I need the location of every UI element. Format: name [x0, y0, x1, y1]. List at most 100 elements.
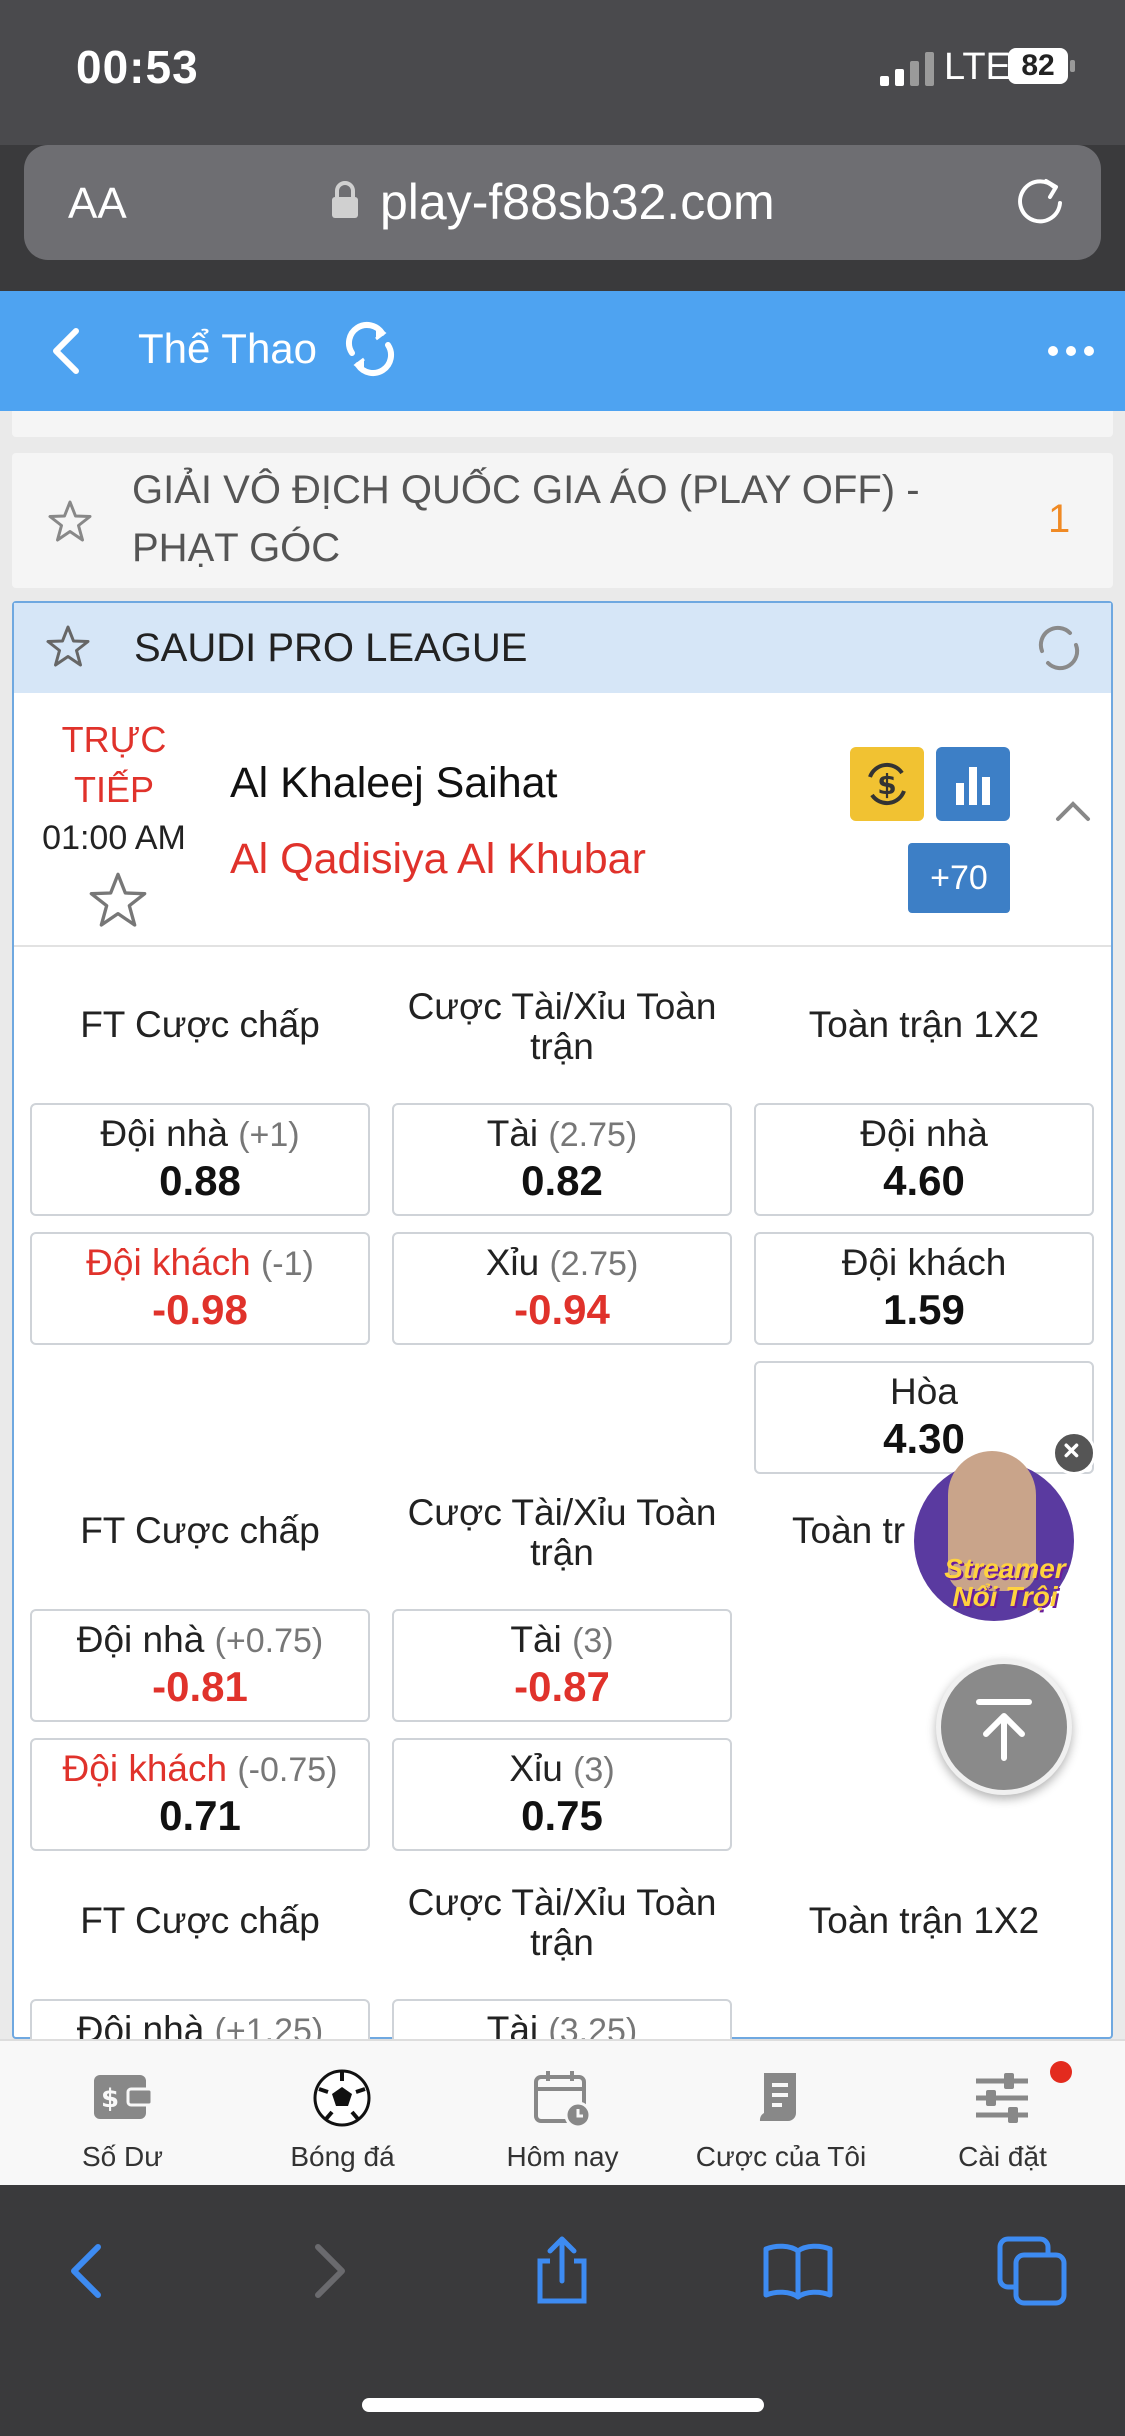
odds-button[interactable]: Tài (3) -0.87	[392, 1609, 732, 1722]
odds-button[interactable]: Tài (3.25)	[392, 1999, 732, 2039]
star-icon[interactable]	[46, 498, 94, 546]
league-card: SAUDI PRO LEAGUE TRỰC TIẾP 01:00 AM Al K…	[12, 601, 1113, 2039]
nav-today[interactable]: Hôm nay	[450, 2041, 675, 2187]
stats-icon[interactable]	[936, 747, 1010, 821]
close-icon[interactable]	[1052, 1431, 1096, 1475]
more-markets-button[interactable]: +70	[908, 843, 1010, 913]
settings-sliders-icon	[976, 2073, 1028, 2123]
handicap-line: (-0.75)	[237, 1751, 338, 1789]
promo-line: Nổi Trội	[952, 1581, 1058, 1612]
arrow-up-icon	[976, 1699, 1032, 1761]
handicap-line: (2.75)	[549, 1245, 639, 1283]
forward-icon[interactable]	[292, 2235, 364, 2307]
refresh-icon[interactable]	[342, 319, 398, 379]
lock-icon	[332, 181, 358, 218]
market-header: FT Cược chấp	[80, 1510, 320, 1551]
status-time: 00:53	[76, 41, 199, 93]
market-header: Cược Tài/Xỉu Toàn trận	[407, 986, 717, 1067]
nav-label: Bóng đá	[290, 2141, 395, 2172]
market-header: FT Cược chấp	[80, 1900, 320, 1941]
bookmarks-icon[interactable]	[762, 2235, 834, 2307]
odds-value: 1.59	[883, 1286, 965, 1333]
battery-level: 82	[1021, 49, 1055, 82]
odds-button[interactable]: Đội khách 1.59	[754, 1232, 1094, 1345]
handicap-line: (+0.75)	[214, 1622, 324, 1660]
league-name: GIẢI VÔ ĐỊCH QUỐC GIA ÁO (PLAY OFF) - PH…	[132, 468, 920, 570]
streamer-promo[interactable]: Streamer Nổi Trội	[900, 1421, 1100, 1641]
market-header: Cược Tài/Xỉu Toàn trận	[407, 1492, 717, 1573]
selection-label: Đội khách	[841, 1242, 1007, 1283]
live-status: TRỰC TIẾP	[34, 715, 194, 815]
back-icon[interactable]	[52, 2235, 124, 2307]
scroll-to-top-button[interactable]	[936, 1659, 1072, 1795]
odds-value: 0.82	[521, 1157, 603, 1204]
selection-label: Tài	[510, 1619, 562, 1660]
odds-button[interactable]: Đội khách (-1) -0.98	[30, 1232, 370, 1345]
odds-button[interactable]: Đội nhà (+0.75) -0.81	[30, 1609, 370, 1722]
text-size-button[interactable]: AA	[68, 179, 127, 229]
odds-value: 0.75	[521, 1792, 603, 1839]
odds-button[interactable]: Xỉu (3) 0.75	[392, 1738, 732, 1851]
league-header[interactable]: SAUDI PRO LEAGUE	[14, 603, 1111, 693]
tabs-icon[interactable]	[996, 2235, 1068, 2307]
market-header: Toàn trận 1X2	[808, 1004, 1040, 1045]
selection-label: Đội nhà	[860, 1113, 988, 1154]
nav-settings[interactable]: Cài đặt	[890, 2041, 1115, 2187]
match-time: 01:00 AM	[42, 819, 186, 857]
league-row[interactable]: GIẢI VÔ ĐỊCH QUỐC GIA ÁO (PLAY OFF) - PH…	[12, 453, 1113, 588]
selection-label: Đội nhà	[76, 2009, 205, 2039]
reload-icon[interactable]	[1010, 171, 1070, 231]
handicap-line: (3.25)	[548, 2012, 638, 2039]
bet-slip-icon	[759, 2073, 796, 2121]
odds-value: -0.87	[514, 1663, 610, 1710]
share-icon[interactable]	[526, 2235, 598, 2307]
odds-button[interactable]: Đội nhà 4.60	[754, 1103, 1094, 1216]
more-icon[interactable]	[1046, 341, 1096, 361]
app-header: Thể Thao	[0, 291, 1125, 411]
bottom-nav: $ Số Dư Bóng đá Hôm nay Cược của Tôi Cài…	[0, 2039, 1125, 2187]
back-arrow-icon[interactable]	[46, 321, 86, 381]
notification-dot	[1050, 2061, 1072, 2083]
market-header: Cược Tài/Xỉu Toàn trận	[407, 1882, 717, 1963]
promo-text: Streamer Nổi Trội	[930, 1555, 1080, 1611]
odds-button[interactable]: Đội nhà (+1.25)	[30, 1999, 370, 2039]
nav-my-bets[interactable]: Cược của Tôi	[668, 2041, 894, 2187]
star-icon[interactable]	[44, 623, 92, 671]
promo-line: Streamer	[944, 1553, 1066, 1584]
odds-button[interactable]: Xỉu (2.75) -0.94	[392, 1232, 732, 1345]
selection-label: Đội khách	[86, 1242, 251, 1283]
nav-soccer[interactable]: Bóng đá	[230, 2041, 455, 2187]
market-header: FT Cược chấp	[80, 1004, 320, 1045]
cashout-icon[interactable]: $	[850, 747, 924, 821]
odds-value: 0.88	[159, 1157, 241, 1204]
live-label: TRỰC	[61, 719, 167, 760]
content-area[interactable]: GIẢI VÔ ĐỊCH QUỐC GIA ÁO (PLAY OFF) - PH…	[0, 411, 1125, 2039]
address-bar[interactable]: AA play-f88sb32.com	[24, 145, 1101, 260]
odds-value: -0.98	[152, 1286, 248, 1333]
handicap-line: (+1.25)	[214, 2012, 324, 2039]
match-row[interactable]: TRỰC TIẾP 01:00 AM Al Khaleej Saihat Al …	[14, 693, 1111, 947]
odds-button[interactable]: Đội khách (-0.75) 0.71	[30, 1738, 370, 1851]
refresh-icon[interactable]	[1034, 623, 1084, 673]
home-indicator	[362, 2398, 764, 2412]
handicap-line: (3)	[572, 1622, 614, 1660]
selection-label: Hòa	[890, 1371, 958, 1412]
odds-button[interactable]: Đội nhà (+1) 0.88	[30, 1103, 370, 1216]
nav-label: Cược của Tôi	[695, 2141, 867, 2172]
odds-button[interactable]: Tài (2.75) 0.82	[392, 1103, 732, 1216]
page-title: Thể Thao	[138, 325, 318, 372]
handicap-line: (2.75)	[548, 1116, 638, 1154]
chevron-up-icon[interactable]	[1054, 799, 1092, 823]
odds-value: -0.81	[152, 1663, 248, 1710]
network-type: LTE	[944, 46, 1011, 88]
url-text[interactable]: play-f88sb32.com	[380, 173, 775, 231]
star-icon[interactable]	[86, 869, 150, 933]
nav-label: Số Dư	[82, 2141, 163, 2172]
away-team: Al Qadisiya Al Khubar	[230, 835, 646, 883]
handicap-line: (-1)	[260, 1245, 314, 1283]
nav-balance[interactable]: $ Số Dư	[10, 2041, 235, 2187]
selection-label: Xỉu	[485, 1242, 540, 1283]
selection-label: Đội nhà	[76, 1619, 205, 1660]
signal-icon	[880, 52, 934, 86]
match-count: 1	[1048, 497, 1071, 541]
